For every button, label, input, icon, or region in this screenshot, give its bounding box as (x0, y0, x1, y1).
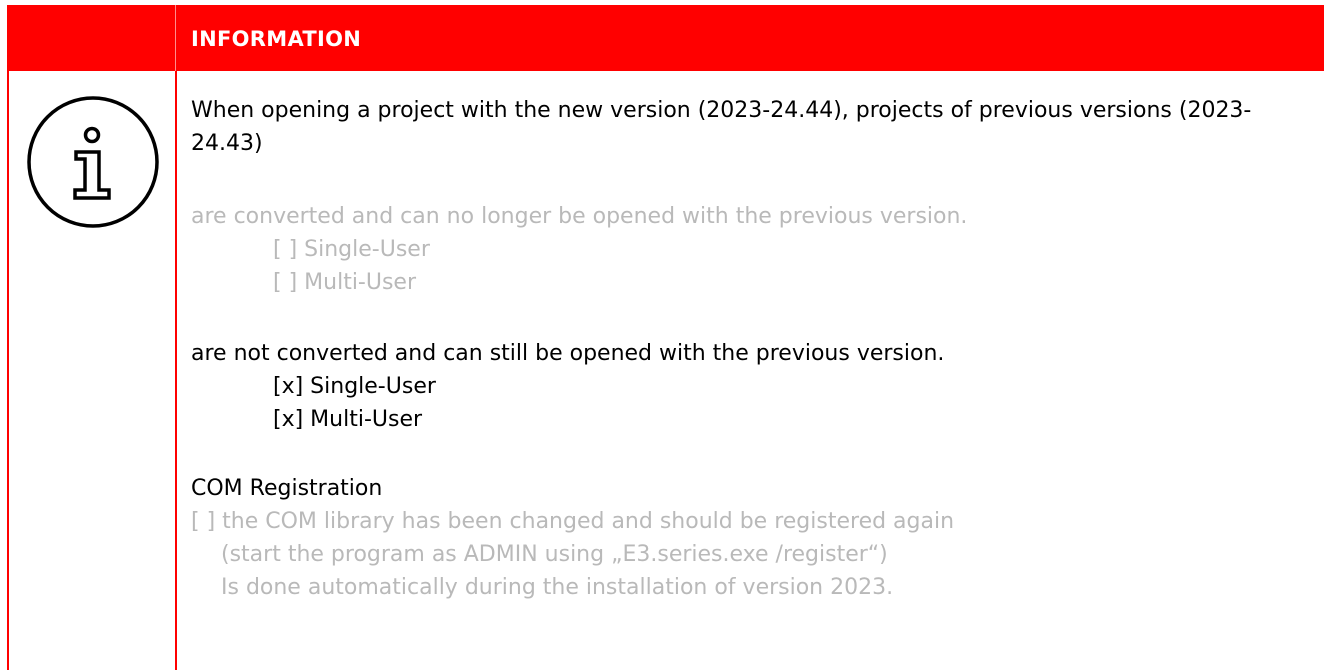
information-notice: INFORMATION When opening a project with … (7, 5, 1324, 670)
notice-title: INFORMATION (191, 27, 362, 51)
notice-header: INFORMATION (9, 5, 1324, 71)
intro-text: When opening a project with the new vers… (191, 98, 1252, 156)
converted-option-single-user: [ ] Single-User (273, 237, 430, 262)
com-registration-title: COM Registration (191, 476, 383, 501)
com-registration-line2: (start the program as ADMIN using „E3.se… (221, 542, 888, 567)
converted-option-multi-user: [ ] Multi-User (273, 270, 417, 295)
not-converted-text: are not converted and can still be opene… (191, 341, 945, 366)
info-icon (27, 96, 159, 228)
header-separator (175, 5, 176, 71)
converted-text: are converted and can no longer be opene… (191, 204, 968, 229)
com-registration-line3: Is done automatically during the install… (221, 575, 894, 600)
com-registration-line1: [ ] the COM library has been changed and… (191, 509, 955, 534)
icon-column-separator (175, 71, 177, 670)
not-converted-option-single-user: [x] Single-User (273, 374, 436, 399)
not-converted-option-multi-user: [x] Multi-User (273, 407, 423, 432)
notice-content: When opening a project with the new vers… (191, 94, 1311, 604)
